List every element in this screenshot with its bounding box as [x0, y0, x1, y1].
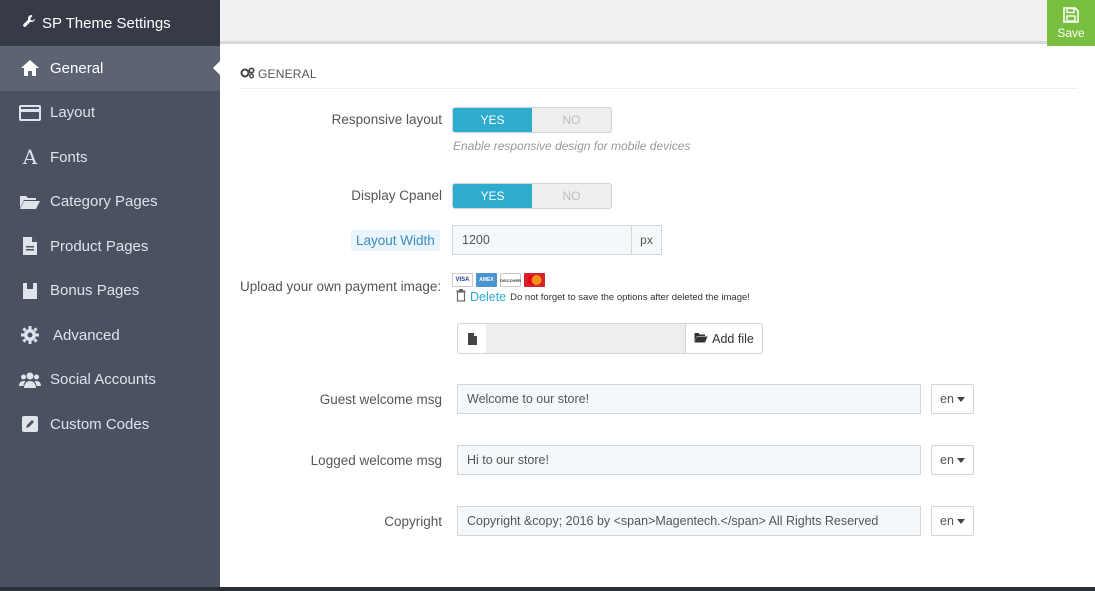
- sidebar-item-label: Custom Codes: [50, 415, 150, 433]
- sidebar-item-label: General: [50, 59, 104, 77]
- language-select[interactable]: en: [931, 445, 974, 475]
- sidebar-item-custom-codes[interactable]: Custom Codes: [0, 402, 220, 447]
- payment-image-label: Upload your own payment image:: [240, 279, 442, 294]
- edit-icon: [18, 413, 42, 435]
- folder-open-icon: [694, 332, 708, 346]
- file-icon: [18, 235, 42, 257]
- sidebar-item-bonus-pages[interactable]: Bonus Pages: [0, 269, 220, 314]
- sidebar-item-advanced[interactable]: Advanced: [0, 313, 220, 358]
- caret-down-icon: [956, 518, 965, 524]
- sidebar-item-label: Fonts: [50, 148, 88, 166]
- wrench-icon: [22, 14, 36, 32]
- bookmark-icon: [18, 280, 42, 302]
- toggle-yes[interactable]: YES: [453, 184, 532, 208]
- bottom-edge: [0, 587, 1095, 591]
- font-icon: A: [22, 145, 38, 170]
- discover-card-icon: DISCOVER: [500, 273, 521, 287]
- toggle-no[interactable]: NO: [532, 108, 611, 132]
- cogs-icon: [240, 66, 255, 82]
- toggle-yes[interactable]: YES: [453, 108, 532, 132]
- sidebar: SP Theme Settings General Layout A Fonts…: [0, 0, 220, 587]
- copyright-input[interactable]: Copyright &copy; 2016 by <span>Magentech…: [457, 506, 921, 536]
- logged-welcome-label: Logged welcome msg: [310, 453, 442, 468]
- responsive-layout-label: Responsive layout: [331, 112, 442, 127]
- app-title: SP Theme Settings: [42, 14, 171, 32]
- logged-welcome-input[interactable]: Hi to our store!: [457, 445, 921, 475]
- toggle-no[interactable]: NO: [532, 184, 611, 208]
- layout-width-input[interactable]: 1200: [452, 225, 632, 255]
- sidebar-item-label: Product Pages: [50, 237, 149, 255]
- amex-card-icon: AMEX: [476, 273, 497, 287]
- sidebar-item-general[interactable]: General: [0, 46, 220, 91]
- save-button[interactable]: Save: [1047, 0, 1095, 46]
- guest-welcome-label: Guest welcome msg: [319, 392, 442, 407]
- sidebar-item-product-pages[interactable]: Product Pages: [0, 224, 220, 269]
- copyright-label: Copyright: [384, 514, 442, 529]
- delete-note: Do not forget to save the options after …: [510, 291, 750, 303]
- delete-link[interactable]: Delete: [470, 290, 506, 304]
- save-icon: [1063, 6, 1079, 23]
- language-value: en: [940, 392, 954, 406]
- section-title-text: GENERAL: [258, 67, 317, 81]
- settings-panel: GENERAL: [240, 60, 1078, 89]
- sidebar-item-fonts[interactable]: A Fonts: [0, 135, 220, 180]
- section-title: GENERAL: [240, 60, 1078, 89]
- payment-cards-image: VISA AMEX DISCOVER: [452, 273, 545, 287]
- caret-down-icon: [956, 457, 965, 463]
- layout-width-label: Layout Width: [351, 230, 440, 251]
- sidebar-header: SP Theme Settings: [0, 0, 220, 46]
- file-name-field[interactable]: [486, 323, 686, 354]
- sidebar-item-label: Bonus Pages: [50, 282, 140, 300]
- folder-open-icon: [18, 191, 42, 213]
- language-value: en: [940, 453, 954, 467]
- responsive-layout-toggle[interactable]: YES NO: [452, 107, 612, 133]
- trash-icon: [456, 289, 466, 305]
- visa-card-icon: VISA: [452, 273, 473, 287]
- users-icon: [18, 369, 42, 391]
- file-type-icon: [457, 323, 487, 354]
- sidebar-item-label: Layout: [50, 104, 96, 122]
- sidebar-item-category-pages[interactable]: Category Pages: [0, 180, 220, 225]
- language-select[interactable]: en: [931, 384, 974, 414]
- language-value: en: [940, 514, 954, 528]
- language-select[interactable]: en: [931, 506, 974, 536]
- sidebar-item-label: Advanced: [53, 326, 120, 344]
- sidebar-item-label: Social Accounts: [50, 371, 156, 389]
- mastercard-icon: [524, 273, 545, 287]
- display-cpanel-toggle[interactable]: YES NO: [452, 183, 612, 209]
- add-file-label: Add file: [712, 331, 754, 346]
- top-toolbar: [220, 0, 1095, 44]
- gear-icon: [18, 324, 42, 346]
- display-cpanel-label: Display Cpanel: [351, 188, 442, 203]
- home-icon: [18, 57, 42, 79]
- save-label: Save: [1057, 25, 1085, 40]
- layout-icon: [18, 102, 42, 124]
- guest-welcome-input[interactable]: Welcome to our store!: [457, 384, 921, 414]
- caret-down-icon: [956, 396, 965, 402]
- sidebar-item-social-accounts[interactable]: Social Accounts: [0, 358, 220, 403]
- px-unit-addon: px: [631, 225, 662, 255]
- sidebar-item-label: Category Pages: [50, 193, 158, 211]
- responsive-layout-help: Enable responsive design for mobile devi…: [453, 139, 691, 153]
- sidebar-item-layout[interactable]: Layout: [0, 91, 220, 136]
- delete-image-row: Delete Do not forget to save the options…: [456, 289, 750, 305]
- add-file-button[interactable]: Add file: [685, 323, 763, 354]
